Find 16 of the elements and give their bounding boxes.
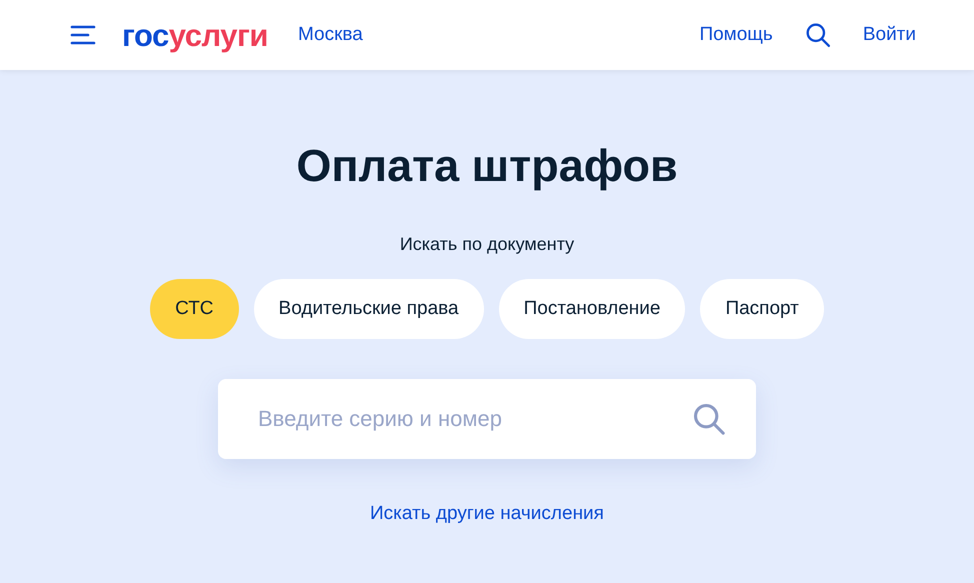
search-icon: [804, 22, 831, 48]
other-charges-link[interactable]: Искать другие начисления: [370, 503, 604, 525]
document-tab[interactable]: Паспорт: [700, 279, 824, 339]
region-link[interactable]: Москва: [298, 24, 363, 46]
document-tab[interactable]: СТС: [150, 279, 239, 339]
page-title: Оплата штрафов: [296, 140, 678, 192]
search-by-label: Искать по документу: [400, 234, 574, 255]
search-button[interactable]: [804, 22, 831, 48]
document-tab[interactable]: Постановление: [498, 279, 686, 339]
search-field[interactable]: Введите серию и номер: [218, 379, 756, 459]
document-tab[interactable]: Водительские права: [254, 279, 484, 339]
menu-button[interactable]: [70, 25, 96, 45]
login-link[interactable]: Войти: [862, 24, 916, 46]
help-link[interactable]: Помощь: [699, 24, 773, 46]
search-icon: [692, 402, 726, 436]
logo[interactable]: госуслуги: [122, 20, 268, 50]
